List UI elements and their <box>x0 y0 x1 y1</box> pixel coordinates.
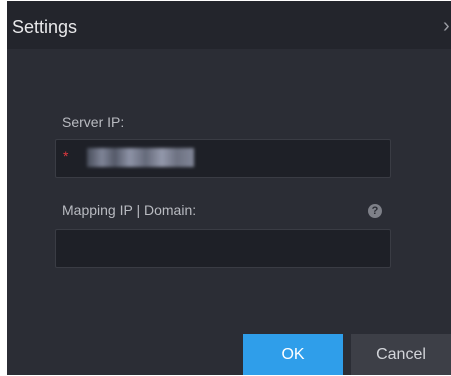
close-icon[interactable]: › <box>443 15 451 37</box>
server-ip-label: Server IP: <box>62 114 125 130</box>
obscured-ip-value <box>87 148 194 167</box>
required-marker: * <box>63 148 69 164</box>
dialog-title: Settings <box>12 17 78 37</box>
dialog-header: Settings › <box>7 1 451 49</box>
help-icon[interactable]: ? <box>368 204 382 218</box>
settings-dialog: Settings › Server IP: * Mapping IP | Dom… <box>7 1 451 375</box>
mapping-ip-domain-input[interactable] <box>55 229 391 268</box>
mapping-ip-domain-label: Mapping IP | Domain: <box>62 202 197 218</box>
cancel-button[interactable]: Cancel <box>351 334 451 375</box>
ok-button[interactable]: OK <box>243 334 343 375</box>
